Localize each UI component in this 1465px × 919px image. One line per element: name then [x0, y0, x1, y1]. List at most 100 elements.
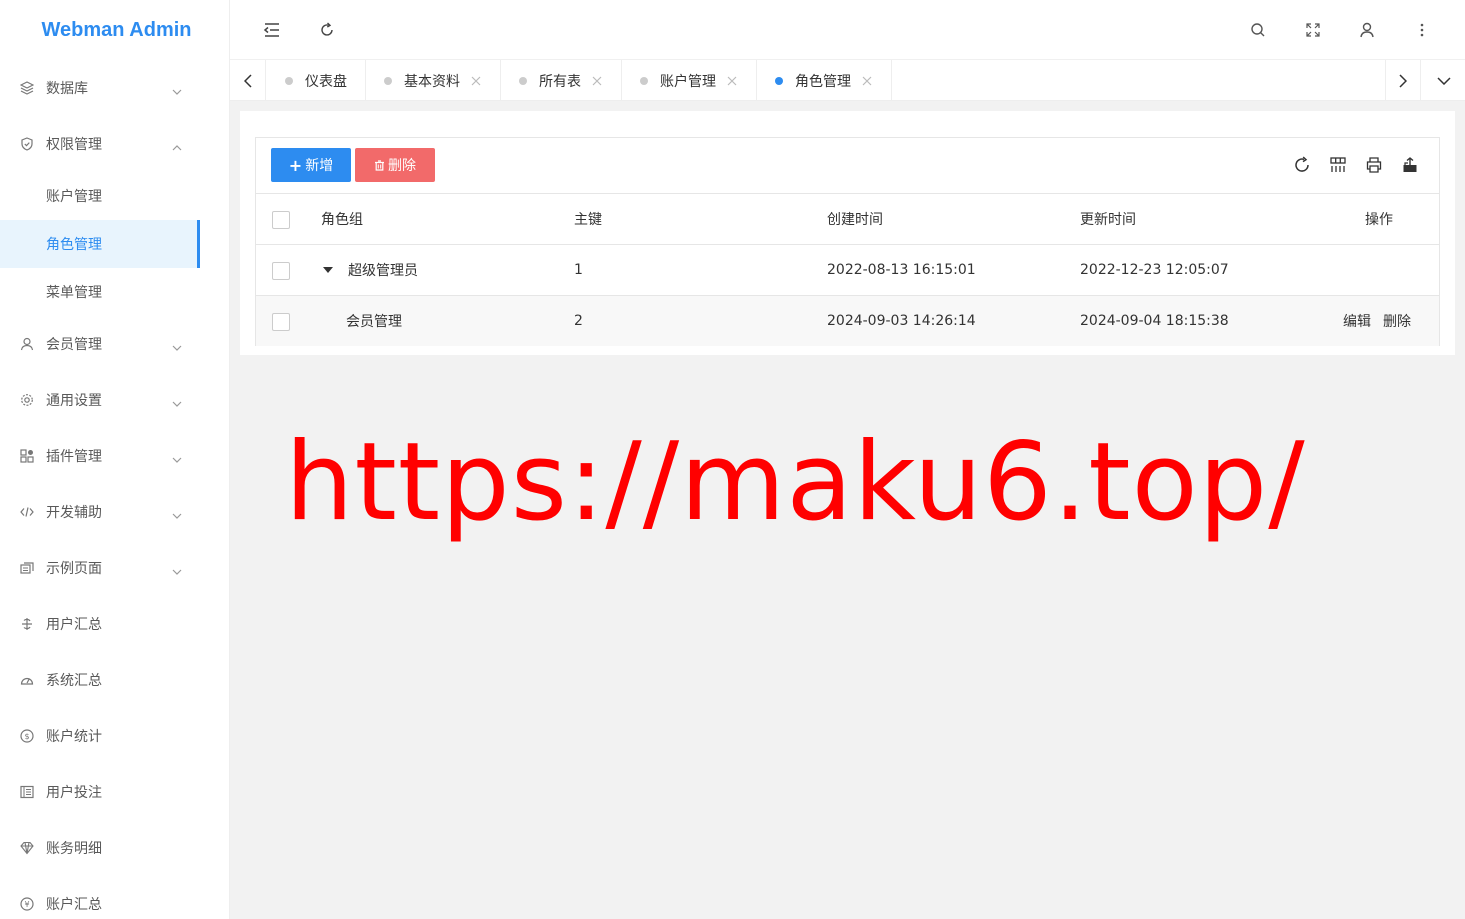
delete-link[interactable]: 删除: [1383, 296, 1411, 346]
table-row[interactable]: 会员管理 2 2024-09-03 14:26:14 2024-09-04 18…: [256, 296, 1439, 346]
sidebar-item-general-settings[interactable]: 通用设置: [0, 372, 229, 428]
list-icon: [20, 785, 34, 799]
app-logo[interactable]: Webman Admin: [0, 0, 229, 60]
dashboard-icon: [20, 673, 34, 687]
code-icon: [20, 505, 34, 519]
currency-icon: [20, 617, 34, 631]
caret-down-icon[interactable]: [322, 245, 334, 295]
watermark-text: https://maku6.top/: [285, 420, 1306, 545]
row-checkbox[interactable]: [272, 262, 290, 280]
refresh-icon[interactable]: [317, 20, 337, 40]
role-id: 1: [574, 262, 583, 278]
close-icon[interactable]: [861, 75, 873, 87]
tab-basic-info[interactable]: 基本资料: [366, 60, 501, 101]
sidebar-item-role-management[interactable]: 角色管理: [0, 220, 200, 268]
sidebar-item-label: 权限管理: [46, 137, 102, 153]
sidebar-item-label: 通用设置: [46, 393, 102, 409]
tab-status-dot: [285, 76, 293, 85]
delete-button[interactable]: 删除: [355, 148, 435, 182]
column-header-created[interactable]: 创建时间: [827, 194, 883, 244]
refresh-icon[interactable]: [1292, 155, 1312, 175]
tab-list: 仪表盘 基本资料 所有表 账户管理 角色管理: [267, 60, 892, 101]
sidebar-item-label: 示例页面: [46, 561, 102, 577]
menu-collapse-icon[interactable]: [262, 20, 282, 40]
tab-dropdown-icon[interactable]: [1426, 60, 1462, 101]
chevron-up-icon: [172, 140, 182, 151]
sidebar-item-label: 会员管理: [46, 337, 102, 353]
add-button-label: 新增: [305, 158, 334, 174]
user-icon[interactable]: [1357, 20, 1377, 40]
sidebar-item-account-summary[interactable]: ¥ 账户汇总: [0, 876, 229, 919]
updated-time: 2022-12-23 12:05:07: [1080, 262, 1229, 278]
tab-dashboard[interactable]: 仪表盘: [267, 60, 366, 101]
diamond-icon: [20, 841, 34, 855]
sidebar-item-permissions[interactable]: 权限管理: [0, 116, 229, 172]
tab-status-dot: [640, 76, 648, 85]
sidebar-item-system-summary[interactable]: 系统汇总: [0, 652, 229, 708]
sidebar: Webman Admin 数据库 权限管理 账户管理 角色管理 菜单管理 会员管…: [0, 0, 230, 919]
dollar-icon: $: [20, 729, 34, 743]
tab-label: 所有表: [539, 73, 581, 90]
close-icon[interactable]: [726, 75, 738, 87]
sidebar-item-ledger-details[interactable]: 账务明细: [0, 820, 229, 876]
role-id: 2: [574, 313, 583, 329]
column-header-role-group[interactable]: 角色组: [321, 194, 363, 244]
select-all-checkbox[interactable]: [272, 211, 290, 229]
print-icon[interactable]: [1364, 155, 1384, 175]
svg-text:¥: ¥: [24, 900, 29, 909]
sidebar-item-account-management[interactable]: 账户管理: [0, 172, 200, 220]
tab-bar: 仪表盘 基本资料 所有表 账户管理 角色管理: [230, 60, 1465, 101]
columns-icon[interactable]: [1328, 155, 1348, 175]
sidebar-menu: 数据库 权限管理 账户管理 角色管理 菜单管理 会员管理 通用设置 插件管理 开…: [0, 60, 229, 919]
updated-time: 2024-09-04 18:15:38: [1080, 313, 1229, 329]
tab-scroll-right-icon[interactable]: [1385, 60, 1421, 101]
close-icon[interactable]: [591, 75, 603, 87]
sidebar-item-menu-management[interactable]: 菜单管理: [0, 268, 200, 316]
column-header-actions: 操作: [1365, 212, 1393, 228]
chevron-down-icon: [172, 508, 182, 519]
sidebar-item-label: 账户汇总: [46, 897, 102, 913]
sidebar-item-user-summary[interactable]: 用户汇总: [0, 596, 229, 652]
chevron-down-icon: [172, 564, 182, 575]
user-icon: [20, 337, 34, 351]
table-row[interactable]: 超级管理员 1 2022-08-13 16:15:01 2022-12-23 1…: [256, 245, 1439, 296]
column-header-id[interactable]: 主键: [574, 194, 602, 244]
sidebar-item-account-stats[interactable]: $ 账户统计: [0, 708, 229, 764]
tab-scroll-left-icon[interactable]: [230, 60, 266, 101]
sidebar-item-examples[interactable]: 示例页面: [0, 540, 229, 596]
tab-label: 账户管理: [660, 73, 716, 90]
tab-label: 仪表盘: [305, 73, 347, 90]
more-vertical-icon[interactable]: [1412, 20, 1432, 40]
sidebar-item-members[interactable]: 会员管理: [0, 316, 229, 372]
tab-status-dot: [775, 76, 783, 85]
template-icon: [20, 561, 34, 575]
tab-all-tables[interactable]: 所有表: [501, 60, 622, 101]
search-icon[interactable]: [1248, 20, 1268, 40]
fullscreen-icon[interactable]: [1303, 20, 1323, 40]
export-icon[interactable]: [1400, 155, 1420, 175]
sidebar-item-database[interactable]: 数据库: [0, 60, 229, 116]
sidebar-item-label: 开发辅助: [46, 505, 102, 521]
chevron-down-icon: [172, 396, 182, 407]
data-table: + 新增 删除 角色组 主键 创建时间 更新时间 操作 超级管理员 1 2022…: [255, 137, 1440, 346]
sidebar-item-label: 账户统计: [46, 729, 102, 745]
edit-link[interactable]: 编辑: [1343, 296, 1371, 346]
plus-icon: +: [288, 155, 303, 175]
sidebar-item-label: 用户汇总: [46, 617, 102, 633]
chevron-down-icon: [172, 84, 182, 95]
table-header-row: 角色组 主键 创建时间 更新时间 操作: [256, 194, 1439, 245]
add-button[interactable]: + 新增: [271, 148, 351, 182]
row-checkbox[interactable]: [272, 313, 290, 331]
content-card: + 新增 删除 角色组 主键 创建时间 更新时间 操作 超级管理员 1 2022…: [240, 111, 1455, 355]
sidebar-item-plugins[interactable]: 插件管理: [0, 428, 229, 484]
tab-role-management[interactable]: 角色管理: [757, 60, 892, 101]
close-icon[interactable]: [470, 75, 482, 87]
tab-status-dot: [384, 76, 392, 85]
yen-icon: ¥: [20, 897, 34, 911]
top-header: [230, 0, 1465, 60]
tab-account-management[interactable]: 账户管理: [622, 60, 757, 101]
sidebar-item-label: 数据库: [46, 81, 88, 97]
sidebar-item-dev-tools[interactable]: 开发辅助: [0, 484, 229, 540]
column-header-updated[interactable]: 更新时间: [1080, 194, 1136, 244]
sidebar-item-user-bets[interactable]: 用户投注: [0, 764, 229, 820]
